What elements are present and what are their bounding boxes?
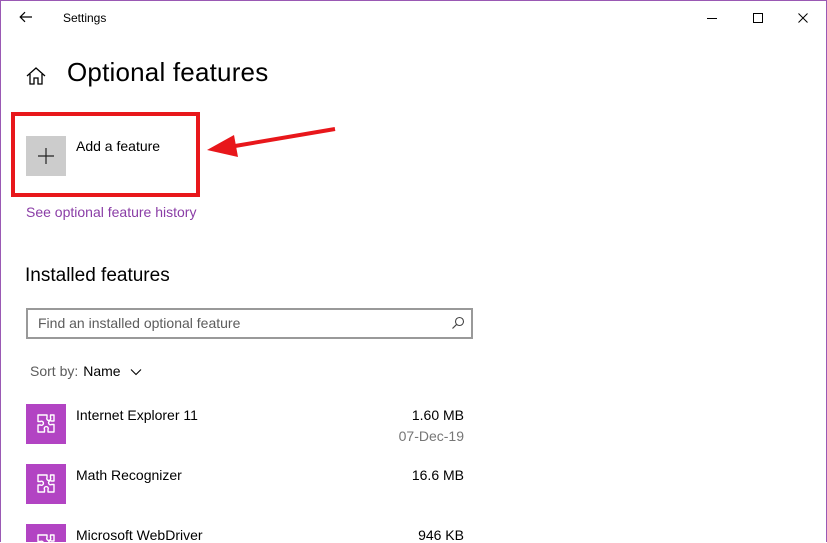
app-title: Settings — [63, 11, 107, 25]
installed-features-heading: Installed features — [25, 265, 170, 286]
optional-feature-history-link[interactable]: See optional feature history — [26, 204, 196, 220]
search-box[interactable] — [26, 308, 473, 339]
list-item[interactable]: Microsoft WebDriver 946 KB — [26, 524, 466, 542]
list-item[interactable]: Internet Explorer 11 1.60 MB 07-Dec-19 — [26, 404, 466, 448]
minimize-icon — [707, 18, 717, 19]
home-icon — [26, 67, 46, 85]
chevron-down-icon — [130, 368, 141, 375]
home-button[interactable] — [25, 65, 47, 87]
back-button[interactable] — [11, 5, 41, 29]
feature-name: Microsoft WebDriver — [76, 527, 203, 542]
close-button[interactable] — [780, 3, 826, 33]
title-bar: Settings — [1, 1, 826, 35]
list-item[interactable]: Math Recognizer 16.6 MB — [26, 464, 466, 508]
feature-size: 946 KB — [418, 527, 464, 542]
feature-date: 07-Dec-19 — [398, 428, 464, 444]
feature-size: 1.60 MB — [411, 407, 464, 423]
puzzle-piece-icon — [26, 404, 66, 444]
maximize-button[interactable] — [735, 3, 781, 33]
arrow-left-icon — [19, 11, 32, 23]
feature-size: 16.6 MB — [411, 467, 464, 483]
search-input[interactable] — [38, 313, 438, 333]
sort-value: Name — [83, 363, 121, 379]
sort-dropdown[interactable]: Sort by: Name — [30, 363, 142, 379]
settings-window: Settings Optional features Add a feature… — [0, 0, 827, 542]
minimize-button[interactable] — [689, 3, 735, 33]
search-icon[interactable] — [451, 316, 465, 330]
feature-name: Internet Explorer 11 — [76, 407, 198, 423]
close-icon — [798, 13, 808, 23]
puzzle-piece-icon — [26, 524, 66, 542]
annotation-highlight-box — [11, 112, 200, 197]
feature-name: Math Recognizer — [76, 467, 182, 483]
annotation-arrow-icon — [207, 127, 336, 157]
page-title: Optional features — [67, 57, 269, 87]
maximize-icon — [753, 13, 763, 23]
puzzle-piece-icon — [26, 464, 66, 504]
sort-label: Sort by: — [30, 363, 79, 379]
